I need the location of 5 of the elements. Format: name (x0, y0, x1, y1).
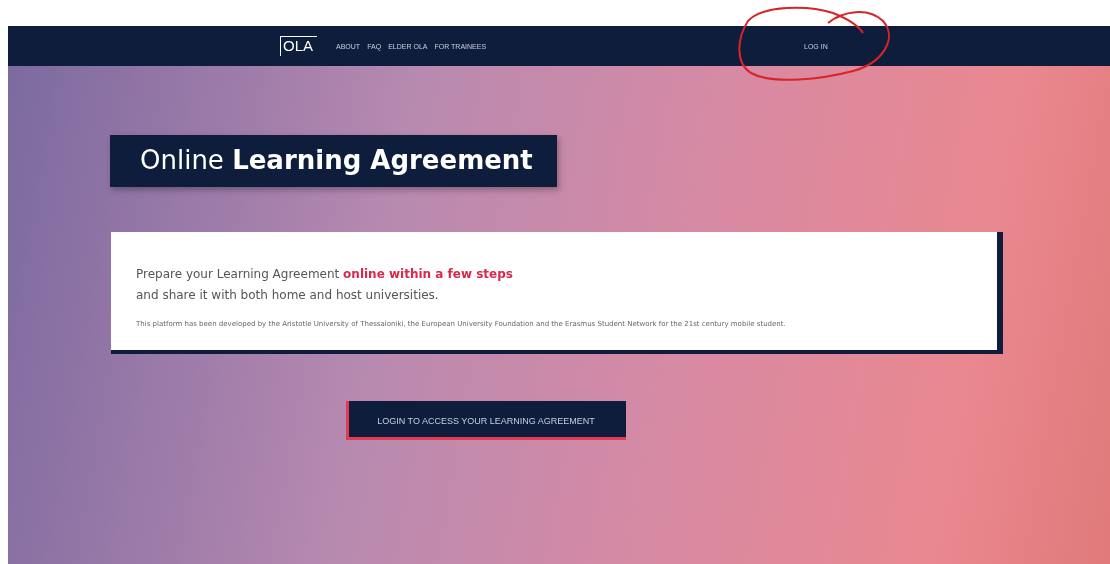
page-title: Online Learning Agreement (110, 135, 557, 187)
intro-text: and share it with both home and host universities. (136, 287, 440, 304)
logo-link[interactable]: OLA (280, 36, 317, 56)
intro-text: Prepare your Learning Agreement online within a few steps (136, 266, 514, 283)
login-button[interactable]: LOGIN TO ACCESS YOUR LEARNING AGREEMENT (346, 401, 626, 440)
